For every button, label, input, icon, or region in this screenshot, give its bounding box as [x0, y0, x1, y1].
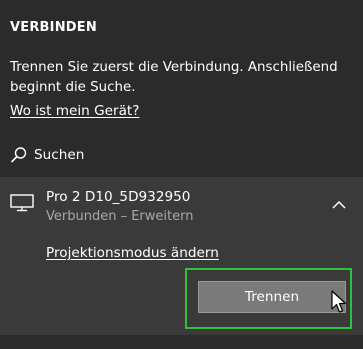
- search-button[interactable]: Suchen: [10, 144, 84, 166]
- disconnect-message: Trennen Sie zuerst die Verbindung. Ansch…: [10, 60, 338, 95]
- monitor-icon: [10, 194, 34, 216]
- where-is-my-device-link[interactable]: Wo ist mein Gerät?: [10, 103, 139, 119]
- device-status: Verbunden – Erweitern: [46, 209, 194, 224]
- disconnect-button[interactable]: Trennen: [198, 281, 346, 313]
- search-icon: [10, 146, 28, 164]
- search-label: Suchen: [34, 147, 85, 163]
- panel-header: VERBINDEN: [10, 20, 97, 35]
- chevron-up-icon[interactable]: [332, 195, 346, 214]
- change-projection-mode-link[interactable]: Projektionsmodus ändern: [46, 245, 219, 261]
- device-name: Pro 2 D10_5D932950: [46, 189, 191, 205]
- device-item[interactable]: Pro 2 D10_5D932950 Verbunden – Erweitern: [0, 177, 363, 227]
